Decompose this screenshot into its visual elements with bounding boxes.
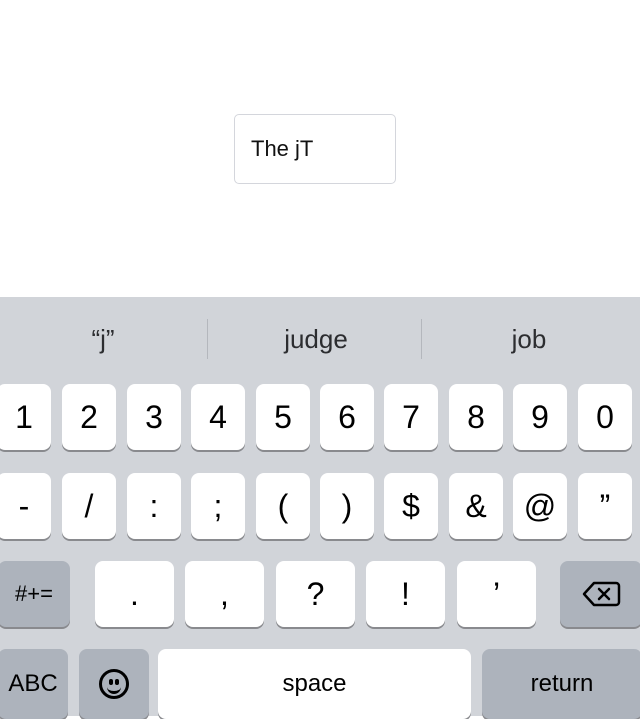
suggestion-quoted[interactable]: “j” — [0, 319, 206, 359]
backspace-icon — [582, 581, 621, 607]
key-colon[interactable]: : — [127, 473, 181, 539]
suggestion-divider — [421, 319, 422, 359]
key-hyphen[interactable]: - — [0, 473, 51, 539]
key-5[interactable]: 5 — [256, 384, 310, 450]
key-2[interactable]: 2 — [62, 384, 116, 450]
key-open-paren[interactable]: ( — [256, 473, 310, 539]
key-slash[interactable]: / — [62, 473, 116, 539]
suggestion-divider — [207, 319, 208, 359]
key-dollar[interactable]: $ — [384, 473, 438, 539]
key-comma[interactable]: , — [185, 561, 264, 627]
text-input-value: The jT — [251, 136, 314, 161]
key-4[interactable]: 4 — [191, 384, 245, 450]
key-question[interactable]: ? — [276, 561, 355, 627]
suggestion-bar: “j” judge job — [0, 297, 640, 381]
text-input[interactable]: The jT — [234, 114, 396, 184]
emoji-button[interactable] — [79, 649, 149, 719]
key-0[interactable]: 0 — [578, 384, 632, 450]
symbols-mode-button[interactable]: #+= — [0, 561, 70, 627]
key-at[interactable]: @ — [513, 473, 567, 539]
keyboard: “j” judge job 1 2 3 4 5 6 7 8 9 0 - / : … — [0, 297, 640, 719]
key-period[interactable]: . — [95, 561, 174, 627]
key-8[interactable]: 8 — [449, 384, 503, 450]
emoji-icon — [99, 669, 129, 699]
delete-button[interactable] — [560, 561, 640, 627]
return-button[interactable]: return — [482, 649, 640, 719]
key-6[interactable]: 6 — [320, 384, 374, 450]
suggestion-judge[interactable]: judge — [213, 319, 419, 359]
key-3[interactable]: 3 — [127, 384, 181, 450]
key-ampersand[interactable]: & — [449, 473, 503, 539]
key-apostrophe[interactable]: ’ — [457, 561, 536, 627]
key-quote[interactable]: ” — [578, 473, 632, 539]
key-7[interactable]: 7 — [384, 384, 438, 450]
key-1[interactable]: 1 — [0, 384, 51, 450]
key-exclamation[interactable]: ! — [366, 561, 445, 627]
key-semicolon[interactable]: ; — [191, 473, 245, 539]
key-close-paren[interactable]: ) — [320, 473, 374, 539]
space-bar[interactable]: space — [158, 649, 471, 719]
key-9[interactable]: 9 — [513, 384, 567, 450]
suggestion-job[interactable]: job — [426, 319, 632, 359]
abc-button[interactable]: ABC — [0, 649, 68, 719]
